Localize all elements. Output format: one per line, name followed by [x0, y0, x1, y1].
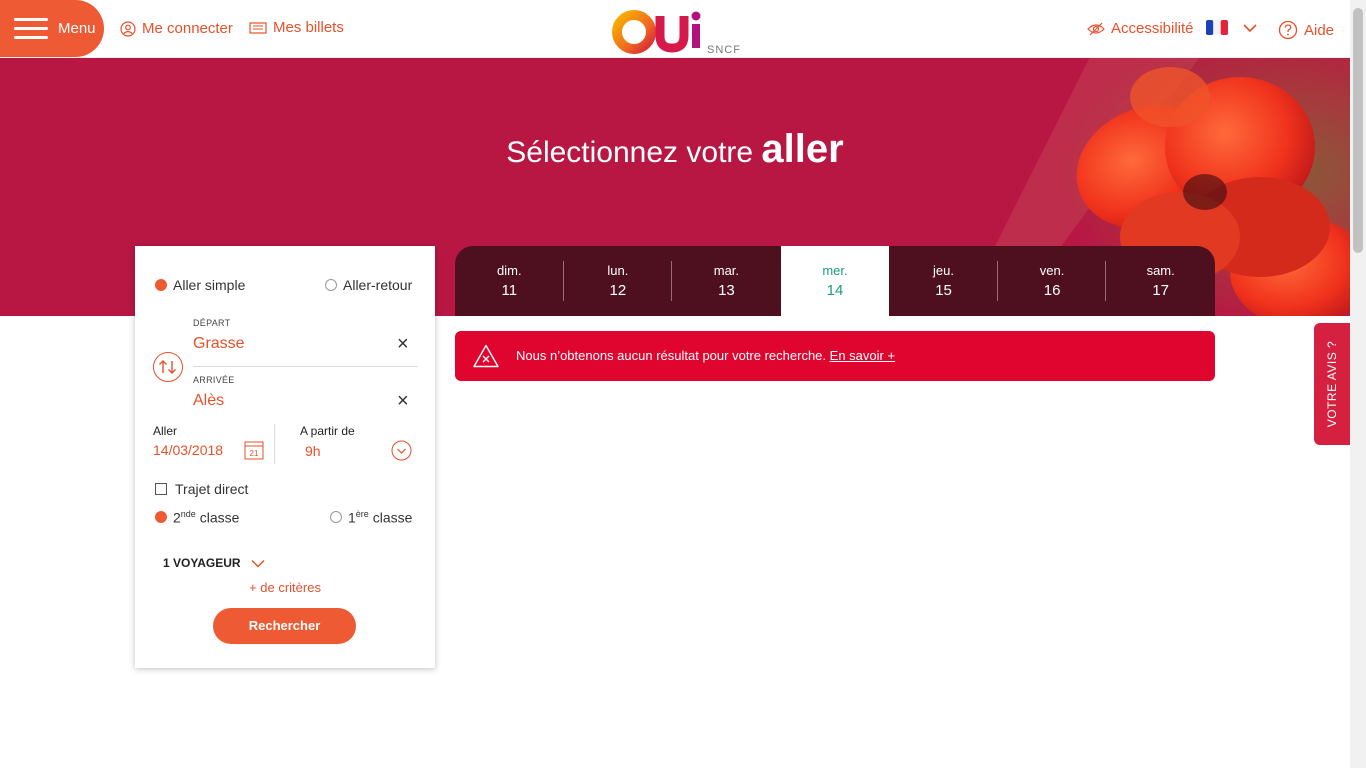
one-way-radio[interactable]: Aller simple [155, 277, 245, 293]
date-tab-11[interactable]: dim. 11 [455, 246, 564, 316]
field-divider [193, 366, 418, 367]
search-panel: Aller simple Aller-retour DÉPART Grasse … [135, 246, 435, 668]
first-class-radio[interactable]: 1ère classe [330, 509, 412, 526]
tab-date: 17 [1152, 282, 1169, 299]
tickets-label: Mes billets [273, 19, 344, 36]
no-results-alert: Nous n’obtenons aucun résultat pour votr… [455, 331, 1215, 381]
language-selector[interactable] [1206, 20, 1258, 35]
tab-date: 15 [935, 282, 952, 299]
travellers-label: 1 VOYAGEUR [163, 556, 241, 570]
feedback-tab[interactable]: VOTRE AVIS ? [1314, 323, 1350, 445]
tab-date: 13 [718, 282, 735, 299]
hamburger-icon [14, 18, 48, 45]
svg-text:21: 21 [250, 449, 259, 458]
oui-sncf-logo[interactable]: SNCF [612, 8, 744, 56]
tab-date: 16 [1043, 282, 1061, 299]
hero-title: Sélectionnez votre aller [0, 127, 1350, 172]
date-tab-16[interactable]: ven. 16 [998, 246, 1107, 316]
clear-departure-icon[interactable]: × [397, 334, 409, 354]
one-way-label: Aller simple [173, 277, 246, 293]
tab-day: mar. [713, 263, 740, 278]
search-button[interactable]: Rechercher [213, 608, 356, 644]
alert-text: Nous n’obtenons aucun résultat pour votr… [516, 348, 827, 363]
departure-field[interactable]: Grasse [193, 335, 245, 353]
help-label: Aide [1304, 21, 1335, 39]
time-label: A partir de [300, 424, 355, 438]
help-icon [1278, 20, 1298, 40]
login-link[interactable]: Me connecter [120, 20, 233, 37]
radio-selected-dot [155, 511, 167, 524]
logo-sncf-text: SNCF [707, 44, 741, 56]
return-radio[interactable]: Aller-retour [325, 277, 412, 293]
tab-day: dim. [497, 263, 522, 278]
arrival-label: ARRIVÉE [193, 375, 235, 385]
date-tab-12[interactable]: lun. 12 [564, 246, 673, 316]
more-criteria-link[interactable]: + de critères [135, 580, 435, 595]
tab-date: 12 [609, 282, 627, 299]
menu-button[interactable]: Menu [0, 0, 104, 57]
hero-title-prefix: Sélectionnez votre [506, 136, 754, 169]
clear-arrival-icon[interactable]: × [397, 391, 409, 411]
date-time-divider [274, 424, 275, 464]
radio-empty-dot [330, 511, 342, 524]
radio-empty-dot [325, 279, 337, 291]
swap-stations-button[interactable] [153, 352, 183, 382]
chevron-down-icon [1243, 23, 1257, 32]
tab-day: lun. [607, 263, 629, 278]
feedback-label: VOTRE AVIS ? [1325, 340, 1339, 428]
travellers-dropdown[interactable]: 1 VOYAGEUR [163, 556, 265, 570]
second-class-label: 2nde classe [173, 509, 240, 526]
date-tabs: dim. 11 lun. 12 mar. 13 mer. 14 jeu. 15 ven. 1… [455, 246, 1215, 316]
tab-day: mer. [822, 263, 848, 278]
time-dropdown-icon[interactable] [391, 440, 412, 461]
warning-icon [473, 344, 499, 368]
second-class-radio[interactable]: 2nde classe [155, 509, 239, 526]
direct-trip-checkbox[interactable]: Trajet direct [155, 481, 248, 497]
tickets-link[interactable]: Mes billets [249, 19, 344, 36]
tab-date: 14 [826, 282, 844, 299]
tab-day: jeu. [933, 263, 955, 278]
date-field[interactable]: 14/03/2018 [153, 442, 223, 458]
date-tab-13[interactable]: mar. 13 [672, 246, 781, 316]
top-header: Menu Me connecter Mes billets SNCF Acces… [0, 0, 1350, 58]
flag-fr-icon [1206, 20, 1228, 35]
calendar-icon[interactable]: 21 [244, 440, 264, 460]
arrival-field[interactable]: Alès [193, 392, 224, 410]
direct-trip-label: Trajet direct [175, 481, 249, 497]
learn-more-link[interactable]: En savoir + [830, 348, 895, 363]
menu-label: Menu [58, 20, 96, 37]
first-class-label: 1ère classe [348, 509, 413, 526]
user-icon [120, 20, 136, 37]
alert-message: Nous n’obtenons aucun résultat pour votr… [516, 348, 895, 363]
departure-label: DÉPART [193, 318, 231, 328]
eye-slash-icon [1087, 22, 1105, 35]
date-tab-15[interactable]: jeu. 15 [889, 246, 998, 316]
accessibility-label: Accessibilité [1111, 20, 1194, 37]
chevron-down-icon [251, 559, 265, 568]
ticket-icon [249, 21, 267, 34]
hero-title-emphasis: aller [761, 127, 844, 171]
help-link[interactable]: Aide [1278, 20, 1334, 40]
date-tab-17[interactable]: sam. 17 [1106, 246, 1215, 316]
scrollbar-thumb[interactable] [1353, 8, 1363, 253]
swap-arrows-icon [159, 360, 176, 374]
accessibility-link[interactable]: Accessibilité [1087, 20, 1194, 37]
return-label: Aller-retour [343, 277, 413, 293]
page-scrollbar[interactable] [1350, 0, 1366, 768]
tab-day: sam. [1146, 263, 1175, 278]
tab-date: 11 [501, 282, 518, 299]
tab-day: ven. [1039, 263, 1065, 278]
time-field[interactable]: 9h [305, 443, 321, 459]
date-tab-14-active[interactable]: mer. 14 [780, 246, 890, 316]
radio-selected-dot [155, 279, 167, 291]
date-label: Aller [153, 424, 178, 438]
login-label: Me connecter [142, 20, 233, 37]
checkbox-box [155, 483, 167, 495]
